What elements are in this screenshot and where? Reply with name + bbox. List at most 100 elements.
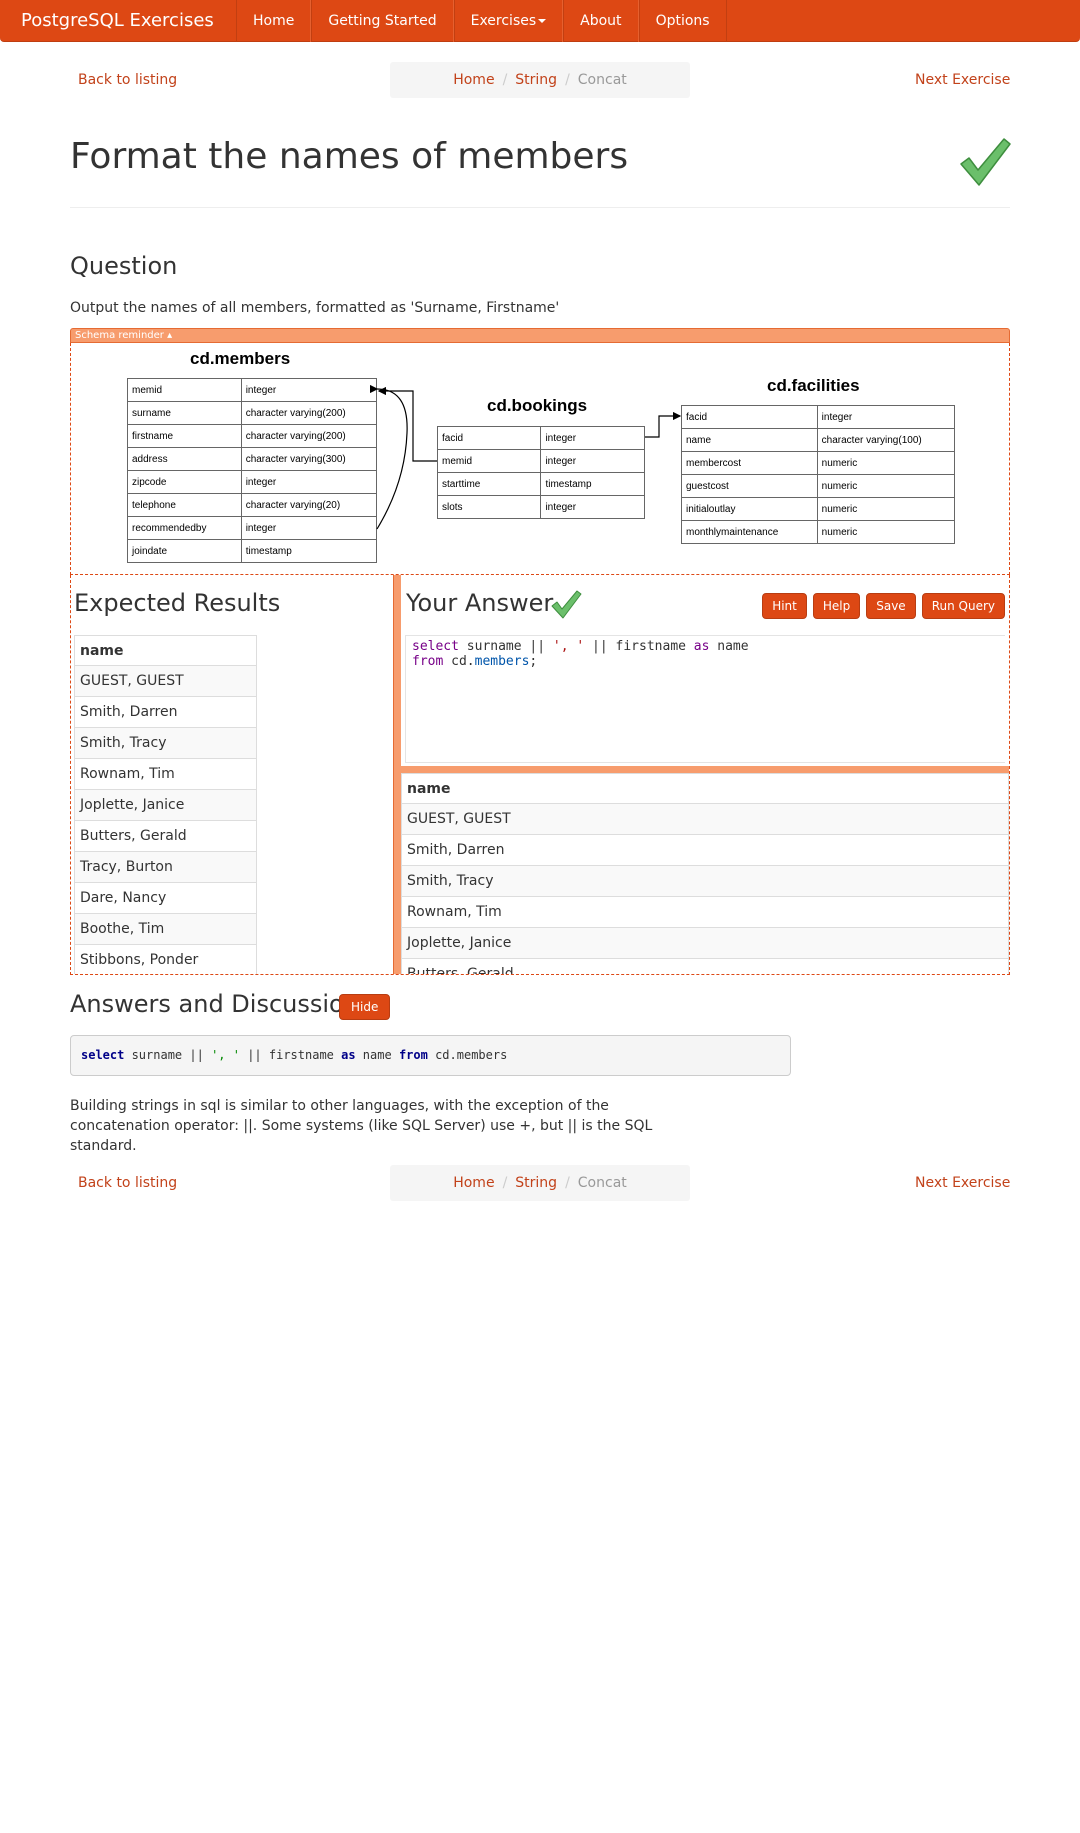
breadcrumb-home[interactable]: Home bbox=[453, 1175, 494, 1191]
table-cell: Joplette, Janice bbox=[401, 927, 1009, 959]
table-row: Rownam, Tim bbox=[74, 758, 257, 790]
breadcrumb-separator: / bbox=[565, 72, 570, 88]
table-row: Butters, Gerald bbox=[401, 958, 1009, 974]
column-header-name: name bbox=[74, 635, 257, 666]
discussion-text: Building strings in sql is similar to ot… bbox=[70, 1098, 653, 1154]
code-text: name bbox=[709, 639, 749, 654]
help-button[interactable]: Help bbox=[812, 593, 861, 619]
table-cell: Tracy, Burton bbox=[74, 851, 257, 883]
code-keyword: select bbox=[412, 639, 459, 654]
breadcrumb-home[interactable]: Home bbox=[453, 72, 494, 88]
table-cell: Stibbons, Ponder bbox=[74, 944, 257, 974]
hint-button[interactable]: Hint bbox=[762, 593, 807, 619]
code-keyword: from bbox=[412, 654, 444, 669]
table-row: Stibbons, Ponder bbox=[74, 944, 257, 974]
completed-check-icon bbox=[960, 138, 1011, 186]
self-reference-connector bbox=[369, 384, 408, 530]
nav-about[interactable]: About bbox=[563, 0, 639, 42]
table-cell: Rownam, Tim bbox=[401, 896, 1009, 928]
code-text: firstname bbox=[607, 639, 694, 654]
table-cell: Smith, Tracy bbox=[74, 727, 257, 759]
nav-options[interactable]: Options bbox=[638, 0, 727, 42]
your-answer-heading: Your Answer bbox=[406, 589, 554, 617]
breadcrumb-separator: / bbox=[502, 1175, 508, 1191]
editor-line: from cd.members; bbox=[412, 654, 999, 669]
answers-discussion-heading: Answers and Discussion bbox=[70, 990, 359, 1018]
next-exercise-link-bottom[interactable]: Next Exercise bbox=[915, 1175, 1010, 1191]
table-cell: Joplette, Janice bbox=[74, 789, 257, 821]
expected-results-heading: Expected Results bbox=[74, 589, 281, 617]
answer-correct-check-icon bbox=[551, 590, 582, 619]
table-row: Smith, Tracy bbox=[74, 727, 257, 759]
query-results-table: name GUEST, GUEST Smith, Darren Smith, T… bbox=[401, 773, 1009, 974]
table-row: GUEST, GUEST bbox=[401, 803, 1009, 835]
breadcrumb-string[interactable]: String bbox=[515, 1175, 557, 1191]
hide-button[interactable]: Hide bbox=[339, 994, 391, 1020]
nav-exercises-dropdown[interactable]: Exercises bbox=[453, 0, 564, 42]
back-to-listing-link[interactable]: Back to listing bbox=[78, 72, 177, 88]
table-cell: Smith, Darren bbox=[74, 696, 257, 728]
expected-results-pane: Expected Results name GUEST, GUEST Smith… bbox=[71, 575, 393, 974]
table-header-row: name bbox=[74, 635, 257, 666]
breadcrumb-current: Concat bbox=[577, 1175, 627, 1191]
code-keyword: select bbox=[81, 1048, 125, 1062]
code-property: members bbox=[474, 654, 530, 669]
code-keyword: as bbox=[693, 639, 710, 654]
save-button[interactable]: Save bbox=[866, 593, 916, 619]
table-cell: Smith, Darren bbox=[401, 834, 1009, 866]
brand-link[interactable]: PostgreSQL Exercises bbox=[0, 0, 236, 41]
breadcrumb-separator: / bbox=[502, 72, 508, 88]
code-text: || firstname bbox=[239, 1048, 342, 1062]
code-string: ', ' bbox=[211, 1048, 240, 1062]
your-answer-pane: Your Answer Hint Help Save Run Query sel… bbox=[401, 575, 1009, 974]
breadcrumb-string[interactable]: String bbox=[515, 72, 557, 88]
exercise-workspace: Expected Results name GUEST, GUEST Smith… bbox=[70, 575, 1010, 975]
table-row: Joplette, Janice bbox=[401, 927, 1009, 959]
question-heading: Question bbox=[70, 252, 178, 280]
question-text: Output the names of all members, formatt… bbox=[70, 300, 560, 316]
table-row: Smith, Darren bbox=[401, 834, 1009, 866]
back-to-listing-link-bottom[interactable]: Back to listing bbox=[78, 1175, 177, 1191]
code-text: surname || bbox=[124, 1048, 212, 1062]
code-text: name bbox=[355, 1048, 399, 1062]
page-title: Format the names of members bbox=[70, 136, 629, 177]
code-operator: || bbox=[529, 639, 546, 654]
table-cell: Rownam, Tim bbox=[74, 758, 257, 790]
breadcrumb-separator: / bbox=[565, 1175, 570, 1191]
answer-toolbar: Hint Help Save Run Query bbox=[762, 593, 1005, 619]
caret-down-icon bbox=[538, 19, 547, 23]
bookings-facilities-connector bbox=[645, 411, 682, 438]
breadcrumb-bottom: Home / String / Concat bbox=[390, 1165, 690, 1201]
breadcrumb: Home / String / Concat bbox=[390, 62, 690, 98]
next-exercise-link[interactable]: Next Exercise bbox=[915, 72, 1010, 88]
table-row: GUEST, GUEST bbox=[74, 665, 257, 697]
schema-diagram: cd.members memid integer surname character… bbox=[70, 343, 1010, 575]
navbar: PostgreSQL Exercises Home Getting Starte… bbox=[0, 0, 1080, 42]
table-cell: Boothe, Tim bbox=[74, 913, 257, 945]
code-text: cd. bbox=[443, 654, 475, 669]
table-row: Smith, Tracy bbox=[401, 865, 1009, 897]
schema-reminder-toggle[interactable]: Schema reminder ▴ bbox=[70, 328, 1010, 343]
nav-home[interactable]: Home bbox=[236, 0, 312, 42]
table-row: Butters, Gerald bbox=[74, 820, 257, 852]
relationship-connectors bbox=[369, 384, 682, 530]
title-divider bbox=[70, 207, 1010, 208]
table-cell: Butters, Gerald bbox=[401, 958, 1009, 974]
nav-exercises-label: Exercises bbox=[470, 13, 537, 29]
code-text: cd.members bbox=[427, 1048, 508, 1062]
run-query-button[interactable]: Run Query bbox=[921, 593, 1005, 619]
table-cell: Butters, Gerald bbox=[74, 820, 257, 852]
table-header-row: name bbox=[401, 773, 1009, 804]
table-cell: Smith, Tracy bbox=[401, 865, 1009, 897]
column-header-name: name bbox=[401, 773, 1009, 804]
table-row: Rownam, Tim bbox=[401, 896, 1009, 928]
code-operator: || bbox=[592, 639, 608, 654]
vertical-resize-handle[interactable] bbox=[393, 575, 401, 974]
expected-results-table: name GUEST, GUEST Smith, Darren Smith, T… bbox=[74, 635, 257, 974]
table-row: Joplette, Janice bbox=[74, 789, 257, 821]
nav-getting-started[interactable]: Getting Started bbox=[311, 0, 454, 42]
table-row: Tracy, Burton bbox=[74, 851, 257, 883]
sql-editor[interactable]: select surname || ', ' || firstname as n… bbox=[405, 635, 1005, 763]
horizontal-resize-handle[interactable] bbox=[401, 766, 1009, 773]
table-row: Boothe, Tim bbox=[74, 913, 257, 945]
